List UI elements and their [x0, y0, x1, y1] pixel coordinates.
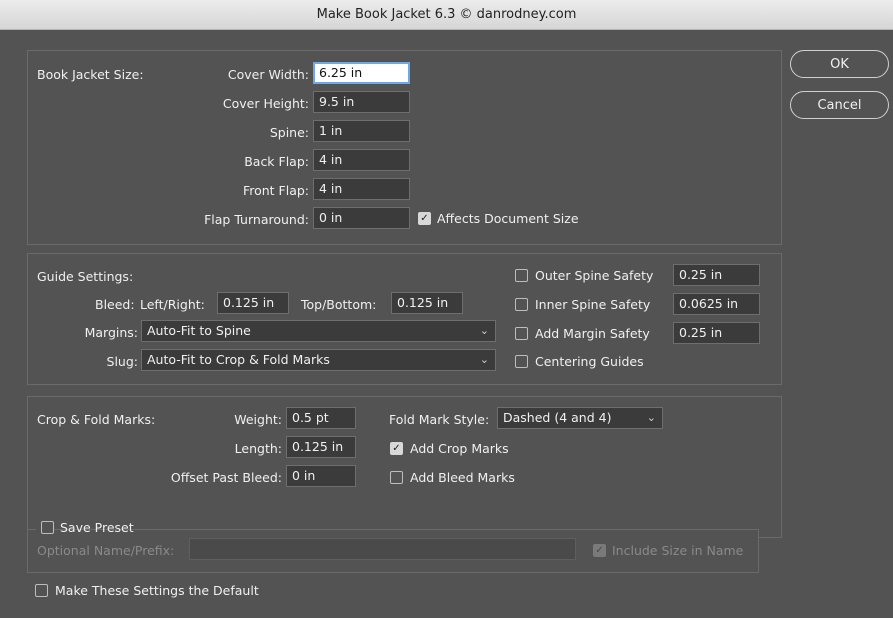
save-preset-legend: Save Preset	[36, 519, 134, 535]
margins-select-value: Auto-Fit to Spine	[147, 323, 251, 338]
outer-spine-safety-field[interactable]: 0.25 in	[673, 264, 760, 286]
add-bleed-marks-label: Add Bleed Marks	[410, 470, 515, 485]
book-jacket-size-label: Book Jacket Size:	[37, 67, 144, 82]
chevron-down-icon: ⌄	[646, 411, 656, 424]
centering-guides-checkbox[interactable]	[515, 355, 528, 368]
make-default-label: Make These Settings the Default	[55, 583, 259, 598]
chevron-down-icon: ⌄	[479, 353, 489, 366]
window-title-bar: Make Book Jacket 6.3 © danrodney.com	[0, 0, 893, 30]
length-field[interactable]: 0.125 in	[286, 436, 356, 458]
optional-name-prefix-field[interactable]	[189, 538, 576, 560]
add-margin-safety-checkbox[interactable]	[515, 327, 528, 340]
slug-select[interactable]: Auto-Fit to Crop & Fold Marks ⌄	[141, 349, 496, 371]
fold-mark-style-value: Dashed (4 and 4)	[503, 410, 612, 425]
slug-label: Slug:	[106, 354, 138, 369]
save-preset-label: Save Preset	[60, 520, 134, 535]
fold-mark-style-label: Fold Mark Style:	[389, 412, 490, 427]
add-bleed-marks-checkbox[interactable]	[390, 471, 403, 484]
margins-label: Margins:	[84, 325, 138, 340]
cover-height-field[interactable]: 9.5 in	[313, 91, 410, 113]
save-preset-checkbox[interactable]	[41, 521, 54, 534]
weight-field[interactable]: 0.5 pt	[286, 407, 356, 429]
inner-spine-safety-checkbox[interactable]	[515, 298, 528, 311]
include-size-in-name-label: Include Size in Name	[612, 543, 744, 558]
window-title: Make Book Jacket 6.3 © danrodney.com	[316, 7, 577, 22]
front-flap-label: Front Flap:	[242, 183, 309, 198]
cancel-button[interactable]: Cancel	[790, 91, 889, 119]
outer-spine-safety-label: Outer Spine Safety	[535, 268, 654, 283]
margins-select[interactable]: Auto-Fit to Spine ⌄	[141, 320, 496, 342]
inner-spine-safety-label: Inner Spine Safety	[535, 297, 651, 312]
spine-label: Spine:	[269, 125, 309, 140]
include-size-in-name-checkbox[interactable]: ✓	[593, 544, 606, 557]
inner-spine-safety-field[interactable]: 0.0625 in	[673, 293, 760, 315]
flap-turnaround-label: Flap Turnaround:	[204, 212, 309, 227]
add-margin-safety-label: Add Margin Safety	[535, 326, 650, 341]
cover-width-field[interactable]: 6.25 in	[313, 62, 410, 84]
chevron-down-icon: ⌄	[479, 324, 489, 337]
affects-document-size-label: Affects Document Size	[437, 211, 579, 226]
back-flap-label: Back Flap:	[244, 154, 309, 169]
crop-fold-marks-label: Crop & Fold Marks:	[37, 412, 156, 427]
outer-spine-safety-checkbox[interactable]	[515, 269, 528, 282]
bleed-left-right-field[interactable]: 0.125 in	[217, 292, 289, 314]
offset-past-bleed-label: Offset Past Bleed:	[170, 470, 282, 485]
top-bottom-label: Top/Bottom:	[301, 297, 377, 312]
add-crop-marks-label: Add Crop Marks	[410, 441, 509, 456]
cover-width-label: Cover Width:	[227, 67, 309, 82]
left-right-label: Left/Right:	[140, 297, 205, 312]
spine-field[interactable]: 1 in	[313, 120, 410, 142]
optional-name-prefix-label: Optional Name/Prefix:	[37, 543, 175, 558]
cover-height-label: Cover Height:	[222, 96, 309, 111]
weight-label: Weight:	[234, 412, 282, 427]
add-margin-safety-field[interactable]: 0.25 in	[673, 322, 760, 344]
affects-document-size-checkbox[interactable]: ✓	[418, 212, 431, 225]
bleed-top-bottom-field[interactable]: 0.125 in	[391, 292, 463, 314]
back-flap-field[interactable]: 4 in	[313, 149, 410, 171]
make-default-checkbox[interactable]	[35, 584, 48, 597]
offset-past-bleed-field[interactable]: 0 in	[286, 465, 356, 487]
fold-mark-style-select[interactable]: Dashed (4 and 4) ⌄	[497, 407, 663, 429]
guide-settings-label: Guide Settings:	[37, 269, 134, 284]
flap-turnaround-field[interactable]: 0 in	[313, 207, 410, 229]
slug-select-value: Auto-Fit to Crop & Fold Marks	[147, 352, 330, 367]
ok-button[interactable]: OK	[790, 50, 889, 78]
dialog-body: OK Cancel Book Jacket Size: Cover Width:…	[0, 30, 893, 618]
length-label: Length:	[234, 441, 282, 456]
centering-guides-label: Centering Guides	[535, 354, 644, 369]
add-crop-marks-checkbox[interactable]: ✓	[390, 442, 403, 455]
bleed-label: Bleed:	[95, 297, 135, 312]
front-flap-field[interactable]: 4 in	[313, 178, 410, 200]
